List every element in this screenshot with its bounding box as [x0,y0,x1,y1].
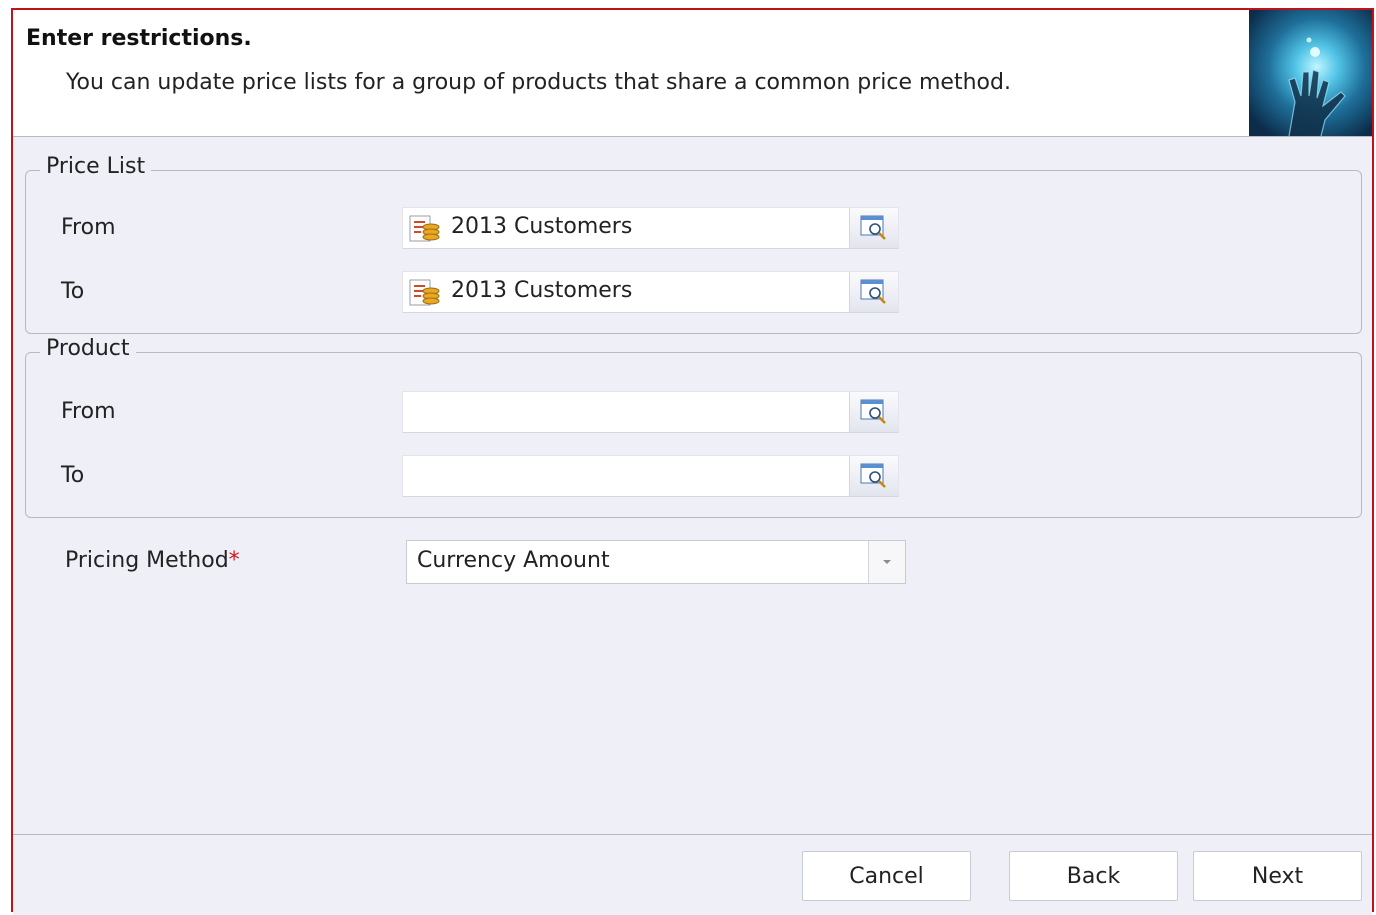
price-list-from-value: 2013 Customers [451,214,633,239]
header-hand-graphic [1249,10,1372,136]
dropdown-arrow-icon[interactable] [868,541,905,583]
lookup-icon [860,215,886,240]
wizard-footer: Cancel Back Next [13,834,1372,915]
price-list-legend: Price List [40,154,152,179]
pricing-method-select[interactable]: Currency Amount [406,540,906,584]
product-legend: Product [40,336,136,361]
price-list-from-lookup-button[interactable] [849,208,898,248]
required-marker: * [228,548,240,573]
product-to-lookup-button[interactable] [849,456,898,496]
page-subtitle: You can update price lists for a group o… [66,70,1011,95]
page-title: Enter restrictions. [26,26,252,51]
back-button[interactable]: Back [1009,851,1178,901]
product-from-lookup-button[interactable] [849,392,898,432]
pricing-method-value: Currency Amount [417,548,610,573]
cancel-button[interactable]: Cancel [802,851,971,901]
product-to-field[interactable] [402,455,899,497]
next-button[interactable]: Next [1193,851,1362,901]
lookup-icon [860,399,886,424]
price-list-to-label: To [61,279,85,304]
price-list-icon [409,279,440,306]
price-list-icon [409,215,440,242]
pricing-method-label: Pricing Method* [65,548,240,573]
price-list-from-label: From [61,215,116,240]
product-group: Product From To [25,336,1362,518]
lookup-icon [860,279,886,304]
price-list-to-field[interactable]: 2013 Customers [402,271,899,313]
price-list-to-lookup-button[interactable] [849,272,898,312]
product-to-label: To [61,463,85,488]
price-list-from-field[interactable]: 2013 Customers [402,207,899,249]
price-list-group: Price List From 2013 Customers To 2013 C… [25,154,1362,334]
pricing-method-label-text: Pricing Method [65,548,229,573]
dialog-frame: Enter restrictions. You can update price… [11,8,1374,915]
product-from-field[interactable] [402,391,899,433]
lookup-icon [860,463,886,488]
product-from-label: From [61,399,116,424]
wizard-header: Enter restrictions. You can update price… [13,10,1372,137]
price-list-to-value: 2013 Customers [451,278,633,303]
